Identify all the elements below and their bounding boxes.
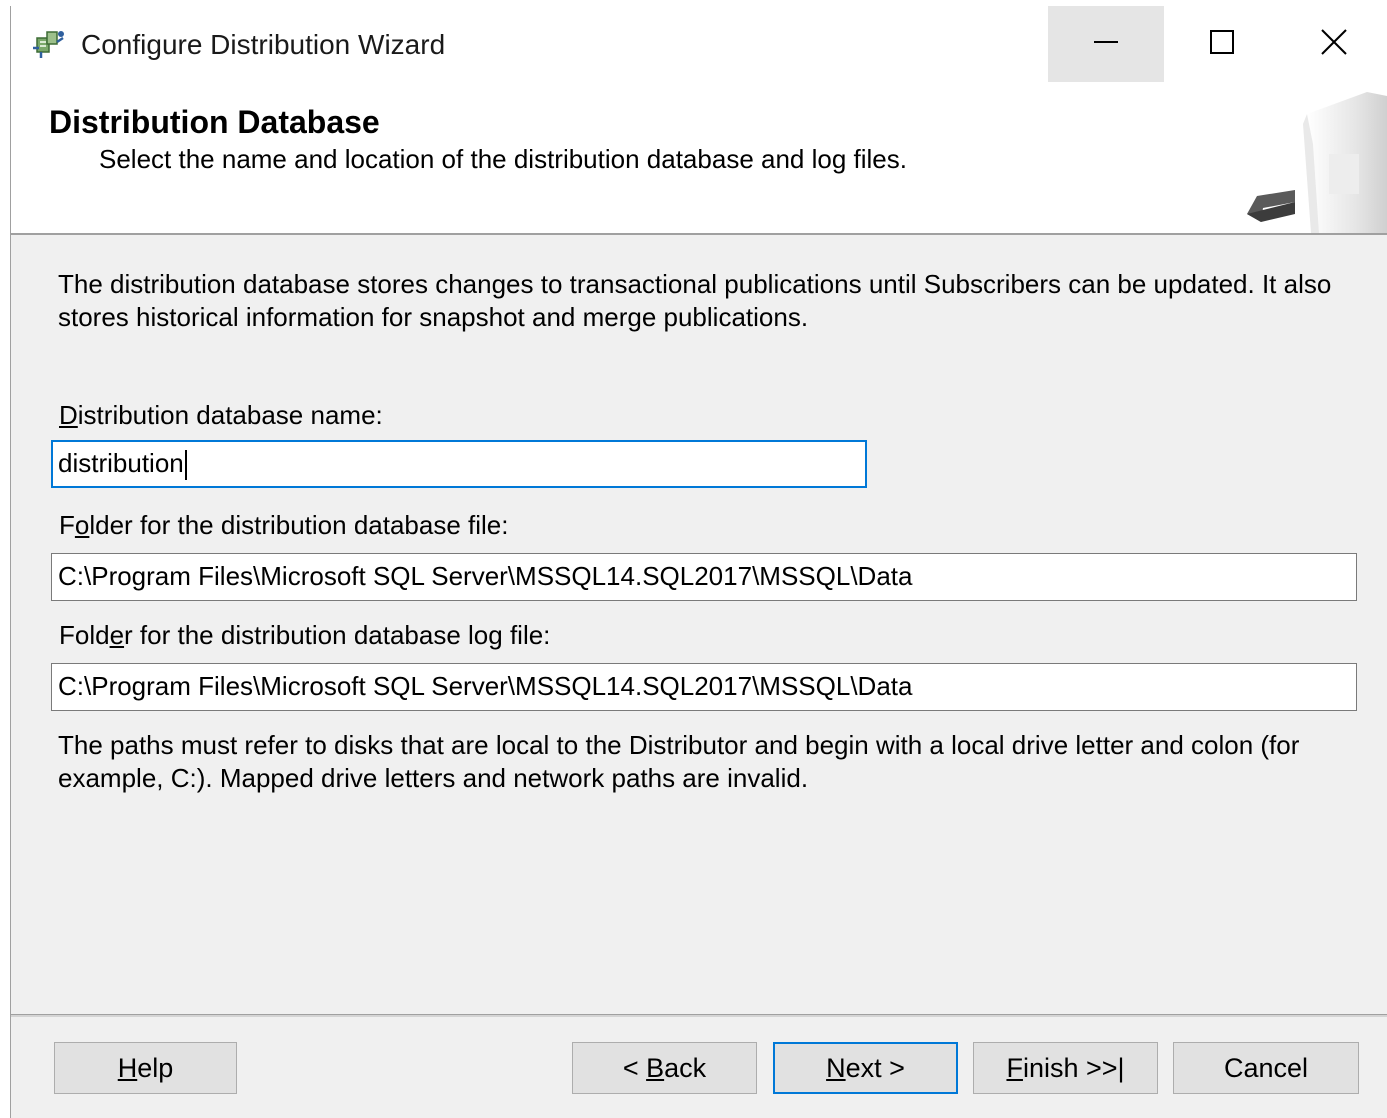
finish-button[interactable]: Finish >>| [973,1042,1158,1094]
wizard-app-icon [31,28,65,62]
log-folder-label: Folder for the distribution database log… [59,620,550,651]
data-folder-input[interactable]: C:\Program Files\Microsoft SQL Server\MS… [51,553,1357,601]
cancel-button[interactable]: Cancel [1173,1042,1359,1094]
next-button-mnemonic: N [826,1052,846,1083]
next-button-label: ext > [845,1052,905,1083]
log-folder-input[interactable]: C:\Program Files\Microsoft SQL Server\MS… [51,663,1357,711]
db-name-label-mnemonic: D [59,400,78,430]
back-button-label: ack [664,1052,707,1083]
data-folder-label-mnemonic: o [74,510,90,540]
log-folder-label-mnemonic: e [109,620,125,650]
path-note-text: The paths must refer to disks that are l… [58,730,1300,793]
text-caret [184,450,187,481]
help-button-mnemonic: H [117,1052,138,1083]
back-button-mnemonic: B [646,1052,665,1083]
data-folder-value: C:\Program Files\Microsoft SQL Server\MS… [58,561,913,591]
log-folder-label-text: r for the distribution database log file… [124,620,551,650]
help-button[interactable]: Help [54,1042,237,1094]
data-folder-label: Folder for the distribution database fil… [59,510,509,541]
distribution-db-name-input[interactable]: distribution [51,440,867,488]
log-folder-label-pre: Fold [59,620,110,650]
page-title: Distribution Database [49,104,380,140]
window-title: Configure Distribution Wizard [81,29,446,60]
close-button[interactable] [1280,6,1387,82]
minimize-icon [1092,28,1120,61]
log-folder-value: C:\Program Files\Microsoft SQL Server\MS… [58,671,913,701]
page-subtitle: Select the name and location of the dist… [99,144,907,174]
maximize-button[interactable] [1164,6,1280,82]
footer-divider [11,1014,1387,1017]
back-button[interactable]: < Back [572,1042,757,1094]
help-button-label: elp [137,1052,174,1083]
finish-button-mnemonic: F [1006,1052,1023,1083]
minimize-button[interactable] [1048,6,1164,82]
title-bar: Configure Distribution Wizard [11,6,1387,84]
back-button-prefix: < [622,1052,647,1083]
data-folder-label-pre: F [59,510,75,540]
maximize-icon [1208,28,1236,61]
description-text: The distribution database stores changes… [58,269,1332,332]
db-name-value: distribution [58,448,184,478]
wizard-page-header: Distribution Database Select the name an… [11,84,1387,235]
data-folder-label-text: lder for the distribution database file: [89,510,509,540]
wizard-window: Configure Distribution Wizard Distributi… [10,6,1387,1118]
db-name-label-text: istribution database name: [77,400,383,430]
db-name-label: Distribution database name: [59,400,383,431]
close-icon [1320,28,1348,61]
next-button[interactable]: Next > [773,1042,958,1094]
cancel-button-label: Cancel [1223,1052,1309,1083]
finish-button-label: inish >>| [1022,1052,1125,1083]
server-graphic-icon [1237,84,1387,233]
